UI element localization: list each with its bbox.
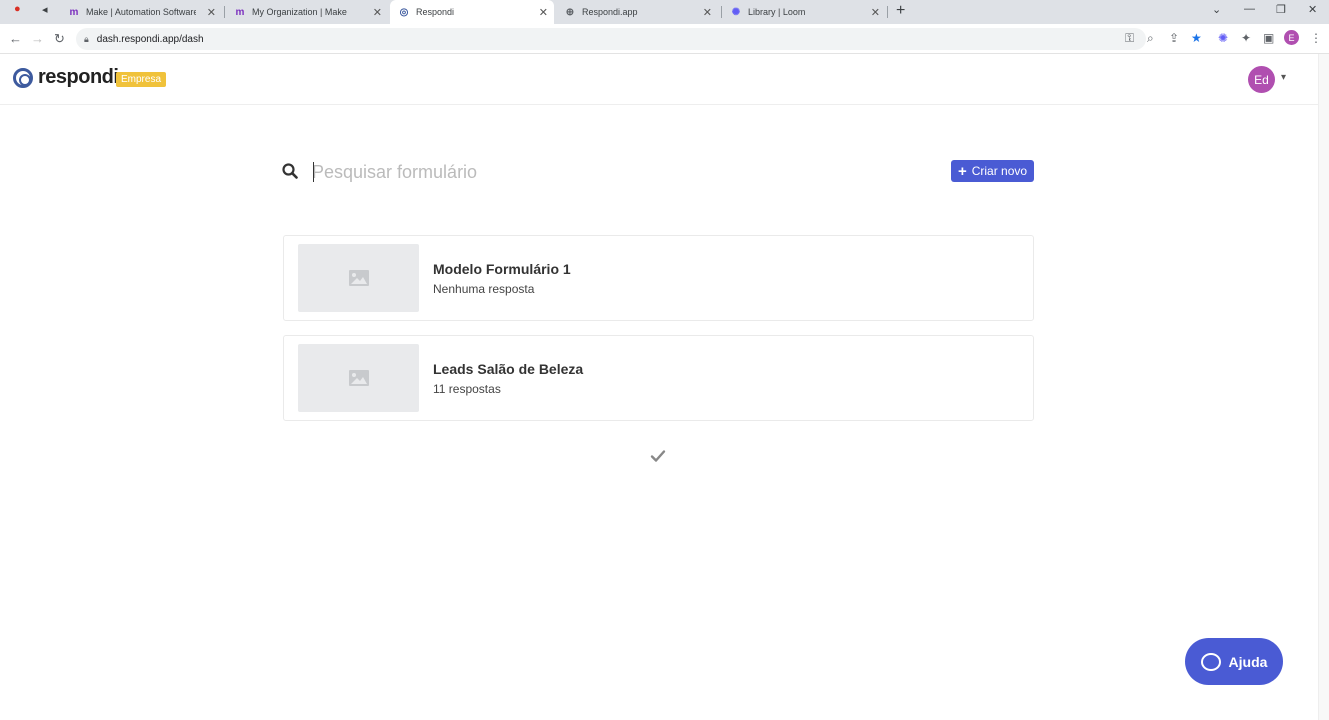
extensions-icon[interactable]: ✦ <box>1241 31 1251 45</box>
create-new-button[interactable]: + Criar novo <box>951 160 1034 182</box>
close-icon[interactable]: ✕ <box>871 6 880 19</box>
create-new-label: Criar novo <box>971 164 1028 178</box>
tab-loom-library[interactable]: ✺ Library | Loom ✕ <box>724 0 886 24</box>
plus-icon: + <box>957 162 967 180</box>
respondi-logo[interactable]: respondi <box>13 66 119 89</box>
key-icon[interactable]: ⚿ <box>1125 31 1134 46</box>
checkmark-icon <box>650 450 666 462</box>
lock-icon: 🔒︎ <box>84 33 89 44</box>
form-card[interactable]: Modelo Formulário 1 Nenhuma resposta <box>283 235 1034 321</box>
text-cursor <box>313 162 314 182</box>
share-icon[interactable]: ⇪ <box>1169 31 1179 45</box>
form-response-count: 11 respostas <box>433 382 501 396</box>
close-icon[interactable]: ✕ <box>703 6 712 19</box>
image-placeholder-icon <box>348 370 369 386</box>
tab-my-organization[interactable]: m My Organization | Make ✕ <box>228 0 388 24</box>
globe-icon: ⊕ <box>565 6 575 18</box>
respondi-logo-icon <box>13 67 33 88</box>
make-icon: m <box>69 6 79 18</box>
chat-bubble-icon <box>1200 652 1221 671</box>
tab-search-icon[interactable]: ⌄ <box>1212 3 1221 16</box>
scrollbar[interactable] <box>1318 54 1329 720</box>
loom-icon: ✺ <box>731 6 741 18</box>
new-tab-button[interactable]: + <box>896 2 905 20</box>
restore-icon[interactable]: ❐ <box>1276 3 1286 16</box>
tab-make-automation[interactable]: m Make | Automation Software | C ✕ <box>62 0 222 24</box>
side-panel-icon[interactable]: ▣ <box>1263 31 1274 45</box>
url-field[interactable]: 🔒︎ dash.respondi.app/dash <box>76 28 1146 50</box>
close-window-icon[interactable]: ✕ <box>1308 3 1317 16</box>
reload-icon[interactable]: ↻ <box>54 31 65 47</box>
address-bar-row: ← → ↻ 🔒︎ dash.respondi.app/dash ⚿ ⌕ ⇪ ★ … <box>0 24 1329 54</box>
form-thumbnail <box>298 244 419 312</box>
back-icon[interactable]: ← <box>9 31 22 46</box>
user-avatar[interactable]: Ed <box>1248 66 1275 93</box>
browser-tab-bar: ● ◂ m Make | Automation Software | C ✕ m… <box>0 0 1329 24</box>
record-icon[interactable]: ● <box>14 3 21 15</box>
form-response-count: Nenhuma resposta <box>433 282 535 296</box>
make-icon: m <box>235 6 245 18</box>
close-icon[interactable]: ✕ <box>207 6 216 19</box>
tab-respondi[interactable]: ◎ Respondi ✕ <box>390 0 554 24</box>
extension-loom-icon[interactable]: ✺ <box>1218 31 1228 45</box>
form-title: Leads Salão de Beleza <box>433 361 584 377</box>
tab-respondi-app[interactable]: ⊕ Respondi.app ✕ <box>558 0 718 24</box>
respondi-icon: ◎ <box>399 6 409 18</box>
minimize-icon[interactable]: — <box>1244 3 1255 15</box>
image-placeholder-icon <box>348 270 369 286</box>
zoom-icon[interactable]: ⌕ <box>1147 31 1154 46</box>
bookmark-star-icon[interactable]: ★ <box>1191 31 1202 45</box>
forward-icon[interactable]: → <box>31 31 44 46</box>
url-text: dash.respondi.app/dash <box>96 33 204 45</box>
app-header: respondi Empresa Ed ▾ <box>0 54 1318 105</box>
mute-icon[interactable]: ◂ <box>42 3 48 16</box>
form-title: Modelo Formulário 1 <box>433 261 571 277</box>
close-icon[interactable]: ✕ <box>539 6 548 19</box>
close-icon[interactable]: ✕ <box>373 6 382 19</box>
help-label: Ajuda <box>1228 653 1268 670</box>
chevron-down-icon[interactable]: ▾ <box>1281 72 1286 83</box>
search-input[interactable] <box>312 158 912 186</box>
search-icon <box>282 163 298 179</box>
plan-badge: Empresa <box>116 72 167 87</box>
form-card[interactable]: Leads Salão de Beleza 11 respostas <box>283 335 1034 421</box>
profile-avatar[interactable]: E <box>1284 30 1299 45</box>
form-thumbnail <box>298 344 419 412</box>
help-button[interactable]: Ajuda <box>1185 638 1283 685</box>
menu-icon[interactable]: ⋮ <box>1310 31 1322 45</box>
